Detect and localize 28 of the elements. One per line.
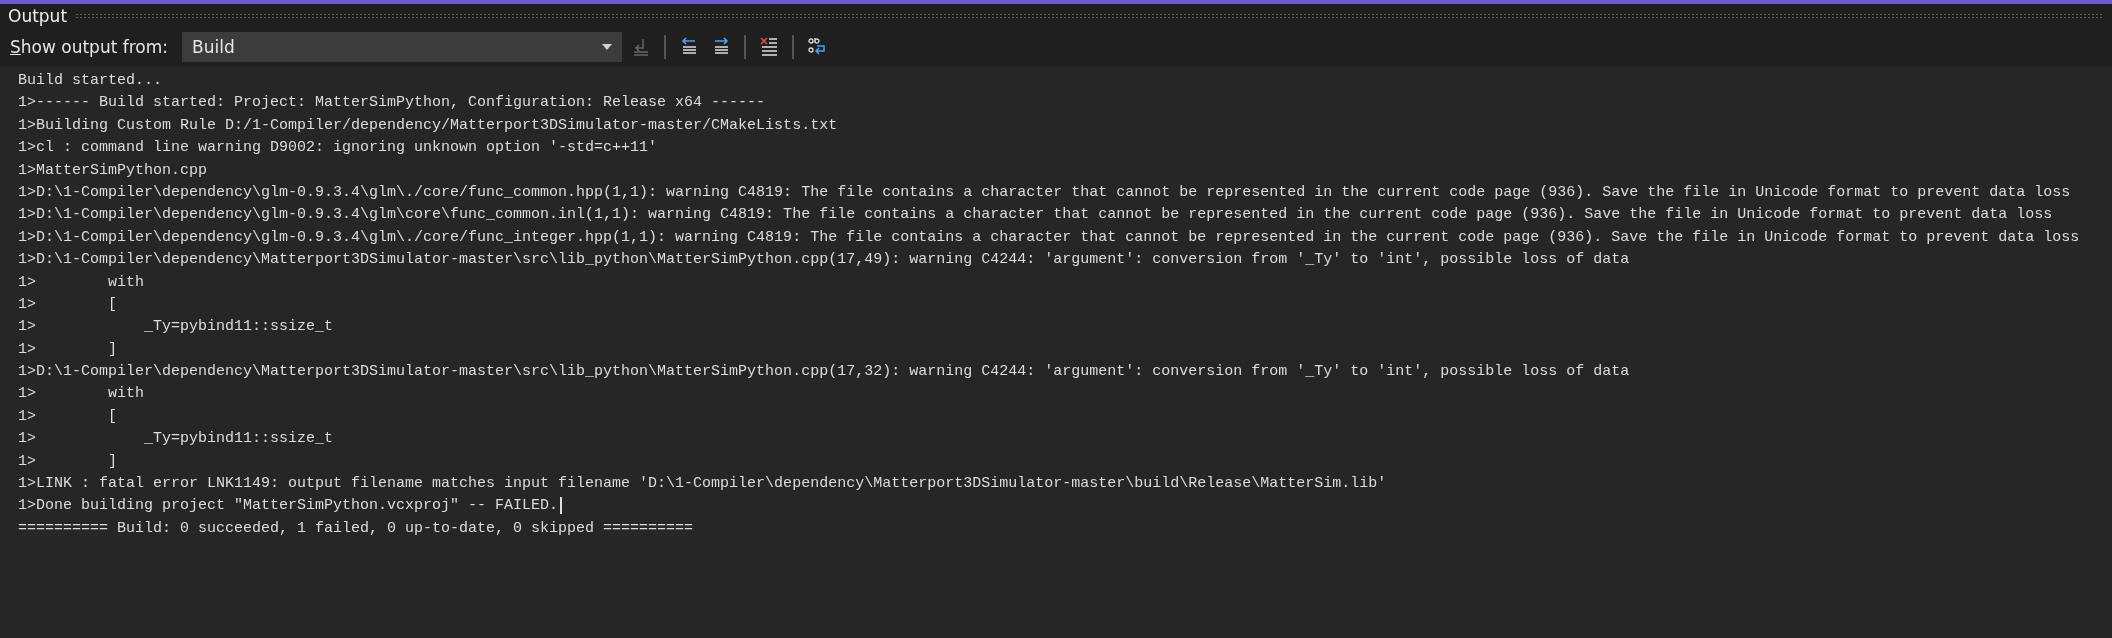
output-line: 1>D:\1-Compiler\dependency\Matterport3DSimulator-master\src\lib_python\MatterSimPython.cpp(17,49): warning C4244: 'argument': conversion from '_Ty' to 'int', possible loss of data (18, 250, 1630, 271)
panel-title: Output (8, 6, 68, 26)
clear-lines-icon (759, 37, 780, 57)
output-line: Build started... (18, 71, 163, 91)
output-line: 1>LINK : fatal error LNK1149: output filename matches input filename 'D:\1-Compiler\dependency\Matterport3DSimulator-master\build\Release\MatterSim.lib' (18, 474, 1387, 495)
output-line: 1> with (18, 384, 145, 405)
caret-icon (602, 44, 613, 50)
output-line: 1> _Ty=pybind11::ssize_t (18, 317, 334, 338)
output-line: 1>D:\1-Compiler\dependency\glm-0.9.3.4\glm\./core/func_common.hpp(1,1): warning C4819: The file contains a character that cannot be represented in the current code page (936). Save the file in Unicode format to prevent data loss (18, 182, 2071, 203)
output-source-dropdown[interactable]: Build (182, 32, 623, 62)
output-line: 1> ] (18, 339, 118, 360)
output-text-area[interactable] (0, 66, 2112, 638)
output-line: 1>D:\1-Compiler\dependency\glm-0.9.3.4\glm\core\func_common.inl(1,1): warning C4819: The file contains a character that cannot be represented in the current code page (936). Save the file in Unicode format to prevent data loss (18, 205, 2053, 226)
output-line: ========== Build: 0 succeeded, 1 failed, 0 up-to-date, 0 skipped ========== (18, 518, 694, 539)
output-line: 1>MatterSimPython.cpp (18, 160, 208, 181)
output-line: 1>------ Build started: Project: MatterSimPython, Configuration: Release x64 ------ (18, 93, 766, 114)
output-line: 1> _Ty=pybind11::ssize_t (18, 429, 334, 450)
output-line: 1>D:\1-Compiler\dependency\Matterport3DSimulator-master\src\lib_python\MatterSimPython.cpp(17,32): warning C4244: 'argument': conversion from '_Ty' to 'int', possible loss of data (18, 362, 1630, 383)
output-line: 1>Building Custom Rule D:/1-Compiler/dependency/Matterport3DSimulator-master/CMakeLists.txt (18, 115, 838, 136)
output-line: 1>D:\1-Compiler\dependency\glm-0.9.3.4\glm\./core/func_integer.hpp(1,1): warning C4819: The file contains a character that cannot be represented in the current code page (936). Save the file in Unicode format to prevent data loss (18, 227, 2080, 248)
output-line: 1> with (18, 272, 145, 293)
output-line: 1> [ (18, 294, 118, 315)
word-wrap-icon (807, 37, 828, 57)
output-line: 1> [ (18, 406, 118, 427)
output-line: 1> ] (18, 451, 118, 472)
output-line: 1>Done building project "MatterSimPython.vcxproj" -- FAILED. (18, 495, 562, 518)
show-output-label: Show output from: (10, 37, 169, 57)
output-line: 1>cl : command line warning D9002: ignoring unknown option '-std=c++11' (18, 138, 658, 159)
